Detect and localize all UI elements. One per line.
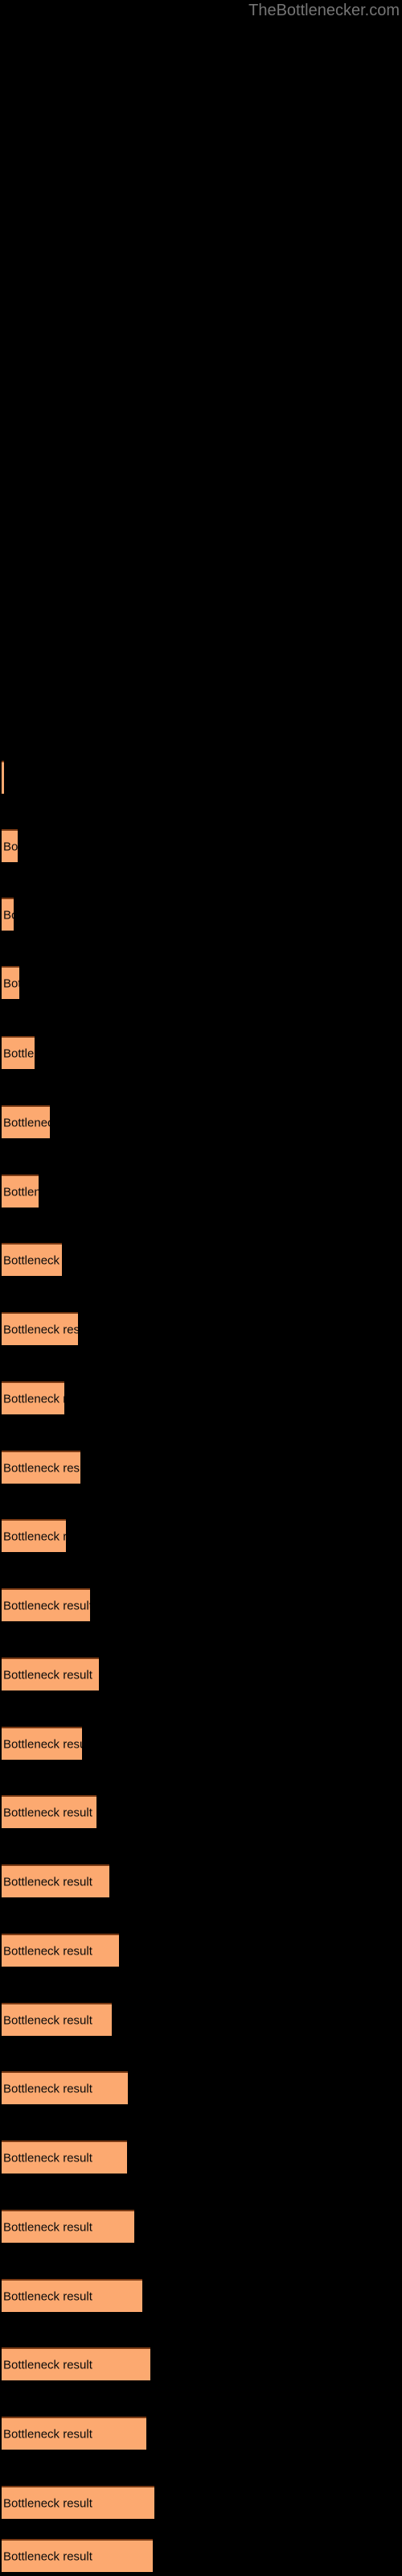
bar-10[interactable]: Bottleneck result bbox=[2, 1381, 64, 1414]
site-watermark: TheBottlenecker.com bbox=[248, 2, 400, 19]
bar-17[interactable]: Bottleneck result bbox=[2, 1864, 109, 1897]
bar-26[interactable]: Bottleneck result bbox=[2, 2486, 154, 2519]
bar-2[interactable]: Bottleneck result bbox=[2, 829, 18, 862]
bar-25[interactable]: Bottleneck result bbox=[2, 2417, 146, 2450]
bar-14[interactable]: Bottleneck result bbox=[2, 1657, 99, 1690]
bar-label: Bottleneck result bbox=[3, 1599, 90, 1612]
bar-label: Bottleneck result bbox=[3, 2289, 92, 2303]
bar-label: Bottleneck result bbox=[3, 908, 14, 922]
bar-8[interactable]: Bottleneck result bbox=[2, 1243, 62, 1276]
bar-label: Bottleneck result bbox=[3, 1392, 64, 1406]
bar-20[interactable]: Bottleneck result bbox=[2, 2071, 128, 2104]
bar-label: Bottleneck result bbox=[3, 1806, 92, 1819]
bar-15[interactable]: Bottleneck result bbox=[2, 1727, 82, 1760]
bar-label: Bottleneck result bbox=[3, 2013, 92, 2027]
bar-label: Bottleneck result bbox=[3, 2151, 92, 2165]
bar-13[interactable]: Bottleneck result bbox=[2, 1588, 90, 1621]
bar-12[interactable]: Bottleneck result bbox=[2, 1519, 66, 1552]
bar-label: Bottleneck result bbox=[3, 771, 4, 785]
bar-22[interactable]: Bottleneck result bbox=[2, 2210, 134, 2243]
bar-label: Bottleneck result bbox=[3, 1461, 80, 1475]
bar-chart-plot-area: Bottleneck result Bottleneck result Bottle… bbox=[0, 0, 402, 2576]
chart-root: Bottleneck result Bottleneck result Bottle… bbox=[0, 0, 402, 2576]
bar-label: Bottleneck result bbox=[3, 1046, 35, 1060]
bar-label: Bottleneck result bbox=[3, 840, 18, 853]
bar-label: Bottleneck result bbox=[3, 2427, 92, 2441]
bar-label: Bottleneck result bbox=[3, 2082, 92, 2095]
bar-16[interactable]: Bottleneck result bbox=[2, 1795, 96, 1828]
bar-label: Bottleneck result bbox=[3, 1668, 92, 1682]
bar-label: Bottleneck result bbox=[3, 976, 19, 990]
bar-label: Bottleneck result bbox=[3, 1116, 50, 1129]
bar-27[interactable]: Bottleneck result bbox=[2, 2539, 153, 2572]
bar-label: Bottleneck result bbox=[3, 1530, 66, 1543]
bar-24[interactable]: Bottleneck result bbox=[2, 2347, 150, 2380]
bar-label: Bottleneck result bbox=[3, 1185, 39, 1199]
bar-7[interactable]: Bottleneck result bbox=[2, 1174, 39, 1208]
bar-label: Bottleneck result bbox=[3, 2358, 92, 2372]
bar-label: Bottleneck result bbox=[3, 2549, 92, 2563]
bar-19[interactable]: Bottleneck result bbox=[2, 2003, 112, 2036]
bar-4[interactable]: Bottleneck result bbox=[2, 966, 19, 999]
bar-11[interactable]: Bottleneck result bbox=[2, 1451, 80, 1484]
bar-1[interactable]: Bottleneck result bbox=[2, 761, 4, 794]
bar-label: Bottleneck result bbox=[3, 1737, 82, 1751]
bar-label: Bottleneck result bbox=[3, 1253, 62, 1267]
bar-5[interactable]: Bottleneck result bbox=[2, 1036, 35, 1069]
bar-label: Bottleneck result bbox=[3, 2220, 92, 2234]
bar-23[interactable]: Bottleneck result bbox=[2, 2279, 142, 2312]
bar-6[interactable]: Bottleneck result bbox=[2, 1105, 50, 1138]
bar-18[interactable]: Bottleneck result bbox=[2, 1934, 119, 1967]
bar-9[interactable]: Bottleneck result bbox=[2, 1312, 78, 1345]
bar-21[interactable]: Bottleneck result bbox=[2, 2140, 127, 2174]
bar-label: Bottleneck result bbox=[3, 1875, 92, 1889]
bar-3[interactable]: Bottleneck result bbox=[2, 898, 14, 931]
bar-label: Bottleneck result bbox=[3, 2496, 92, 2510]
bar-label: Bottleneck result bbox=[3, 1323, 78, 1336]
bar-label: Bottleneck result bbox=[3, 1944, 92, 1958]
